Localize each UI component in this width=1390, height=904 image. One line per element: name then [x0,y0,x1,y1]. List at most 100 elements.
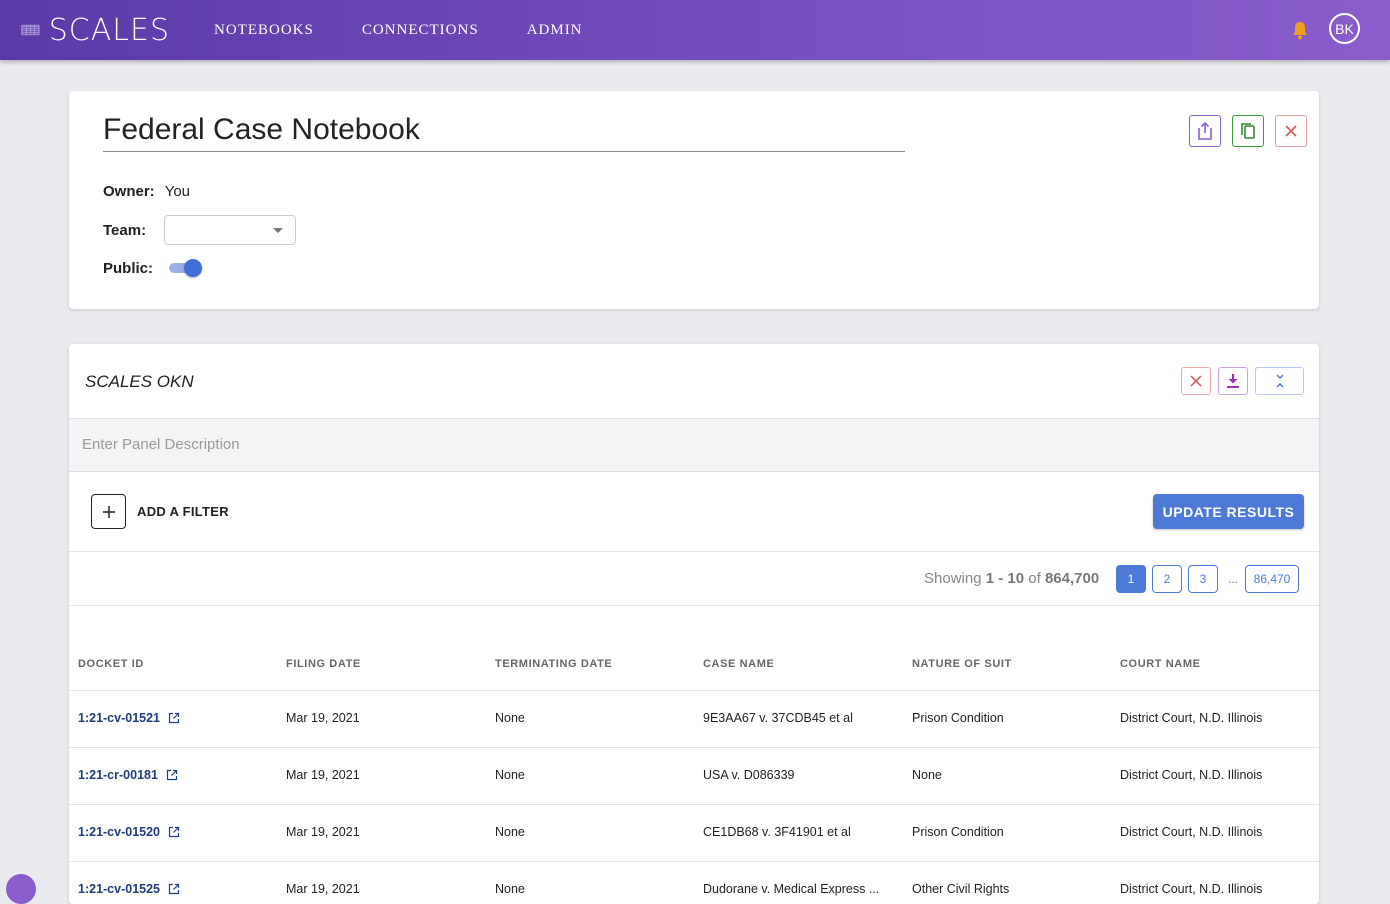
nature-of-suit: Other Civil Rights [912,882,1010,896]
pagination-row: Showing 1 - 10 of 864,700 1 2 3 ... 86,4… [69,552,1319,606]
case-name: Dudorane v. Medical Express ... [703,882,880,896]
owner-row: Owner: You [103,183,190,200]
external-link-icon[interactable] [166,769,178,781]
download-button[interactable] [1218,367,1248,395]
collapse-icon [1275,374,1284,388]
copy-icon [1241,123,1255,139]
column-header-nature-of-suit[interactable]: NATURE OF SUIT [912,658,1012,670]
owner-value: You [164,183,190,200]
column-header-court-name[interactable]: COURT NAME [1120,658,1201,670]
notebook-actions [1178,115,1307,147]
court-name: District Court, N.D. Illinois [1120,882,1263,896]
team-label: Team: [103,221,147,239]
remove-panel-button[interactable] [1181,367,1211,395]
nav-notebooks[interactable]: NOTEBOOKS [214,22,314,39]
notebook-title[interactable]: Federal Case Notebook [103,113,905,152]
column-header-filing-date[interactable]: FILING DATE [286,658,361,670]
share-icon [1198,122,1212,140]
scales-logo-icon [21,24,40,36]
showing-of: of [1024,570,1045,587]
public-label: Public: [103,259,154,277]
terminating-date: None [495,882,525,896]
terminating-date: None [495,768,525,782]
column-header-terminating-date[interactable]: TERMINATING DATE [495,658,612,670]
filter-row: ADD A FILTER UPDATE RESULTS [69,472,1319,552]
toggle-knob [184,259,203,277]
update-results-button[interactable]: UPDATE RESULTS [1153,494,1304,529]
table-row: 1:21-cv-01521 Mar 19, 2021 None 9E3AA67 … [69,691,1319,748]
public-toggle[interactable] [167,259,203,277]
filing-date: Mar 19, 2021 [286,711,360,725]
notebook-card: Federal Case Notebook Owner: You Team: P… [69,91,1319,309]
plus-icon [102,505,115,518]
owner-label: Owner: [103,183,155,200]
delete-notebook-button[interactable] [1275,115,1307,147]
case-name: USA v. D086339 [703,768,795,782]
close-icon [1285,125,1297,137]
panel-header: SCALES OKN [69,344,1319,419]
table-row: 1:21-cv-01520 Mar 19, 2021 None CE1DB68 … [69,805,1319,862]
user-avatar[interactable]: BK [1329,13,1360,44]
results-count: Showing 1 - 10 of 864,700 [924,570,1099,587]
docket-link[interactable]: 1:21-cr-00181 [78,768,178,782]
court-name: District Court, N.D. Illinois [1120,768,1263,782]
external-link-icon[interactable] [168,826,180,838]
external-link-icon[interactable] [168,883,180,895]
team-row: Team: [103,215,297,245]
column-header-case-name[interactable]: CASE NAME [703,658,774,670]
panel-card: SCALES OKN Enter Panel Description ADD A… [69,344,1319,904]
top-navigation-bar: SCALES NOTEBOOKS CONNECTIONS ADMIN BK [0,0,1390,60]
terminating-date: None [495,825,525,839]
team-select[interactable] [164,215,297,245]
column-header-docket-id[interactable]: DOCKET ID [78,658,144,670]
help-widget-button[interactable] [6,874,36,904]
case-name: CE1DB68 v. 3F41901 et al [703,825,851,839]
filing-date: Mar 19, 2021 [286,825,360,839]
download-icon [1227,374,1239,388]
panel-description-input[interactable] [82,436,682,453]
docket-id[interactable]: 1:21-cv-01521 [78,711,160,725]
showing-prefix: Showing [924,570,986,587]
page-button-3[interactable]: 3 [1188,565,1218,593]
table-row: 1:21-cv-01525 Mar 19, 2021 None Dudorane… [69,862,1319,904]
notification-bell-icon[interactable] [1291,20,1309,40]
share-button[interactable] [1189,115,1221,147]
docket-link[interactable]: 1:21-cv-01525 [78,882,180,896]
nature-of-suit: Prison Condition [912,825,1004,839]
panel-title[interactable]: SCALES OKN [85,372,194,392]
nav-admin[interactable]: ADMIN [527,22,583,39]
case-name: 9E3AA67 v. 37CDB45 et al [703,711,853,725]
page-button-last[interactable]: 86,470 [1245,565,1299,593]
page-button-1[interactable]: 1 [1116,565,1146,593]
chevron-down-icon [273,228,284,233]
docket-id[interactable]: 1:21-cv-01525 [78,882,160,896]
main-nav: NOTEBOOKS CONNECTIONS ADMIN [214,22,631,39]
scales-logo[interactable]: SCALES [20,13,170,48]
public-row: Public: [103,259,203,277]
copy-button[interactable] [1232,115,1264,147]
docket-id[interactable]: 1:21-cr-00181 [78,768,158,782]
docket-id[interactable]: 1:21-cv-01520 [78,825,160,839]
collapse-panel-button[interactable] [1255,367,1304,395]
logo-text: SCALES [48,12,170,48]
terminating-date: None [495,711,525,725]
add-filter-label[interactable]: ADD A FILTER [137,504,229,519]
docket-link[interactable]: 1:21-cv-01521 [78,711,180,725]
table-row: 1:21-cr-00181 Mar 19, 2021 None USA v. D… [69,748,1319,805]
external-link-icon[interactable] [168,712,180,724]
filing-date: Mar 19, 2021 [286,768,360,782]
add-filter-button[interactable] [91,494,126,529]
page-button-2[interactable]: 2 [1152,565,1182,593]
docket-link[interactable]: 1:21-cv-01520 [78,825,180,839]
court-name: District Court, N.D. Illinois [1120,825,1263,839]
panel-actions [1174,367,1304,395]
nature-of-suit: Prison Condition [912,711,1004,725]
court-name: District Court, N.D. Illinois [1120,711,1263,725]
nature-of-suit: None [912,768,942,782]
pagination-ellipsis: ... [1228,572,1239,586]
close-icon [1190,375,1202,387]
nav-connections[interactable]: CONNECTIONS [362,22,479,39]
showing-total: 864,700 [1044,570,1100,587]
panel-description-area [69,419,1319,472]
showing-range: 1 - 10 [985,570,1025,587]
